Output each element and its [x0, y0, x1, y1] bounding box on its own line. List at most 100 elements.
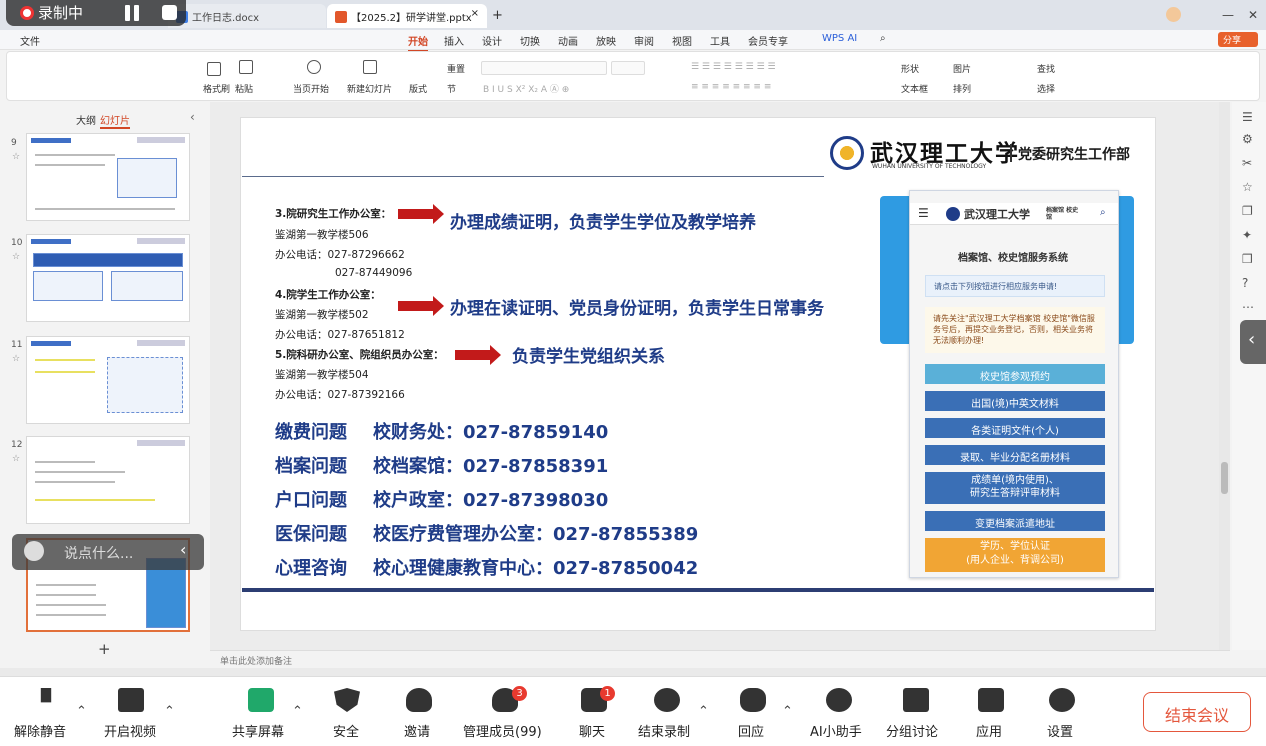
share-button[interactable]: 分享	[1218, 32, 1258, 47]
properties-icon[interactable]: ☰	[1242, 110, 1253, 124]
paste-button[interactable]: 粘贴	[235, 82, 253, 95]
font-family-select[interactable]	[481, 61, 607, 75]
breakout-rooms-button[interactable]: 分组讨论	[886, 721, 938, 740]
office-location: 鉴湖第一教学楼502	[275, 309, 369, 321]
security-button[interactable]: 安全	[333, 721, 359, 740]
settings-button[interactable]: 设置	[1047, 721, 1073, 740]
menu-item-animation[interactable]: 动画	[558, 33, 578, 48]
emoji-icon[interactable]	[24, 541, 44, 561]
office-phone: 办公电话：027-87296662	[275, 249, 405, 261]
section-button[interactable]: 节	[447, 82, 456, 95]
ai-assistant-button[interactable]: AI小助手	[810, 721, 862, 740]
manage-members-button[interactable]: 管理成员(99)	[463, 721, 542, 740]
divider	[1010, 144, 1012, 162]
unmute-button[interactable]: 解除静音	[14, 721, 66, 740]
menu-item-transition[interactable]: 切换	[520, 33, 540, 48]
menu-item-insert[interactable]: 插入	[444, 33, 464, 48]
chevron-up-icon[interactable]: ⌃	[164, 704, 175, 719]
stop-recording-button[interactable]: 结束录制	[638, 721, 690, 740]
stop-icon[interactable]	[162, 5, 177, 20]
menu-item-view[interactable]: 视图	[672, 33, 692, 48]
vertical-scrollbar[interactable]	[1219, 102, 1230, 650]
reaction-button[interactable]: 回应	[738, 721, 764, 740]
apps-button[interactable]: 应用	[976, 721, 1002, 740]
apps-icon	[978, 688, 1004, 712]
chevron-up-icon[interactable]: ⌃	[292, 704, 303, 719]
tab-slides[interactable]: 幻灯片	[100, 112, 130, 129]
thumb-line	[35, 164, 105, 166]
slide-thumbnail-11[interactable]	[26, 336, 190, 424]
textbox-button[interactable]: 文本框	[901, 82, 928, 95]
invite-button[interactable]: 邀请	[404, 721, 430, 740]
search-icon[interactable]: ⌕	[880, 33, 886, 44]
start-video-button[interactable]: 开启视频	[104, 721, 156, 740]
pause-icon[interactable]	[124, 5, 140, 21]
thumb-line	[35, 371, 95, 373]
tab-presentation[interactable]: 【2025.2】研学讲堂.pptx ×	[327, 4, 487, 28]
gear-icon	[1049, 688, 1075, 712]
star-icon[interactable]: ☆	[12, 454, 20, 464]
adjust-icon[interactable]: ⚙	[1242, 132, 1253, 146]
scroll-thumb[interactable]	[1221, 462, 1228, 494]
format-brush-button[interactable]: 格式刷	[203, 82, 230, 95]
office-phone: 办公电话：027-87392166	[275, 389, 405, 401]
share-screen-button[interactable]: 共享屏幕	[232, 721, 284, 740]
star-icon[interactable]: ☆	[1242, 180, 1253, 194]
shape-button[interactable]: 形状	[901, 62, 919, 75]
star-icon[interactable]: ☆	[12, 354, 20, 364]
reset-button[interactable]: 重置	[447, 62, 465, 75]
copy-icon[interactable]: ❐	[1242, 204, 1253, 218]
tab-work-log[interactable]: 工作日志.docx	[168, 4, 326, 28]
office-duty: 办理成绩证明，负责学生学位及教学培养	[450, 213, 756, 233]
close-icon[interactable]: ×	[471, 8, 479, 19]
thumb-line	[36, 614, 106, 616]
book-icon[interactable]: ❒	[1242, 252, 1253, 266]
slide-thumbnail-9[interactable]	[26, 133, 190, 221]
star-icon[interactable]: ☆	[12, 152, 20, 162]
picture-button[interactable]: 图片	[953, 62, 971, 75]
help-icon[interactable]: ?	[1242, 276, 1248, 290]
layout-button[interactable]: 版式	[409, 82, 427, 95]
button-label: 出国(境)中英文材料	[971, 399, 1059, 410]
new-tab-icon[interactable]: +	[492, 8, 503, 23]
menu-item-wps-ai[interactable]: WPS AI	[822, 33, 857, 44]
find-button[interactable]: 查找	[1037, 62, 1055, 75]
menu-item-review[interactable]: 审阅	[634, 33, 654, 48]
contact-detail: 校财务处：027-87859140	[373, 422, 609, 443]
menu-icon: ☰	[918, 206, 929, 220]
avatar[interactable]	[1166, 7, 1181, 22]
menu-item-slideshow[interactable]: 放映	[596, 33, 616, 48]
right-side-toolbar: ☰ ⚙ ✂ ☆ ❐ ✦ ❒ ? ⋯ ‹	[1232, 102, 1266, 650]
expand-panel-button[interactable]: ‹	[1240, 320, 1266, 364]
menu-item-member[interactable]: 会员专享	[748, 33, 788, 48]
collapse-panel-icon[interactable]: ‹	[190, 110, 195, 124]
slide-thumbnail-10[interactable]	[26, 234, 190, 322]
chevron-up-icon[interactable]: ⌃	[76, 704, 87, 719]
tab-outline[interactable]: 大纲	[76, 112, 96, 127]
font-size-select[interactable]	[611, 61, 645, 75]
menu-file[interactable]: 文件	[20, 33, 40, 48]
chat-button[interactable]: 聊天	[579, 721, 605, 740]
chat-input-overlay[interactable]: 说点什么... ‹	[12, 534, 204, 570]
new-slide-button[interactable]: 新建幻灯片	[347, 82, 392, 95]
close-window-icon[interactable]: ✕	[1248, 8, 1258, 22]
animation-icon[interactable]: ✦	[1242, 228, 1252, 242]
chevron-up-icon[interactable]: ⌃	[698, 704, 709, 719]
thumb-line	[36, 594, 96, 596]
design-icon[interactable]: ✂	[1242, 156, 1252, 170]
slide-thumbnail-12[interactable]	[26, 436, 190, 524]
collapse-chat-icon[interactable]: ‹	[180, 540, 186, 559]
menu-item-design[interactable]: 设计	[482, 33, 502, 48]
arrange-button[interactable]: 排列	[953, 82, 971, 95]
play-current-button[interactable]: 当页开始	[293, 82, 329, 95]
minimize-icon[interactable]: —	[1222, 8, 1234, 22]
menu-item-start[interactable]: 开始	[408, 33, 428, 52]
chevron-up-icon[interactable]: ⌃	[782, 704, 793, 719]
more-icon[interactable]: ⋯	[1242, 300, 1254, 314]
star-icon[interactable]: ☆	[12, 252, 20, 262]
end-meeting-button[interactable]: 结束会议	[1143, 692, 1251, 732]
select-button[interactable]: 选择	[1037, 82, 1055, 95]
menu-item-tools[interactable]: 工具	[710, 33, 730, 48]
thumb-title-bar	[31, 138, 71, 143]
add-slide-button[interactable]: +	[98, 640, 111, 658]
